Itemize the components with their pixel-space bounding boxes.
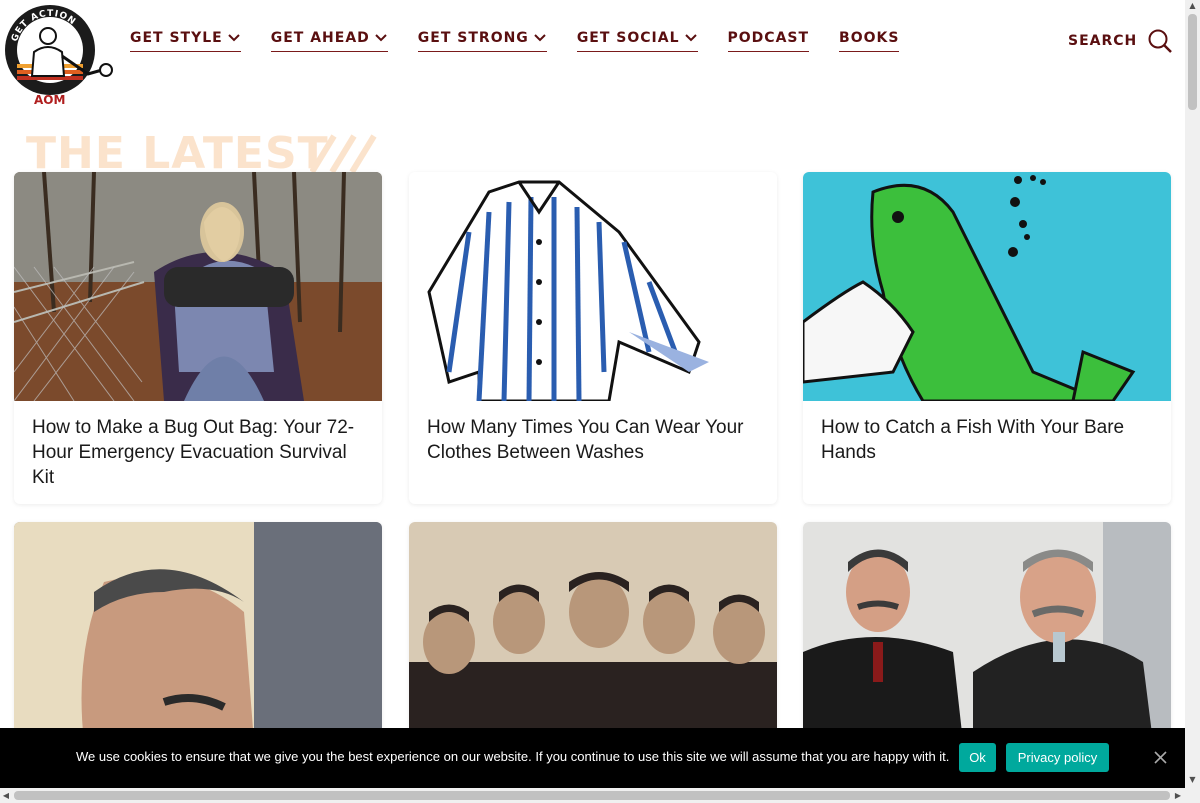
close-icon[interactable] xyxy=(1153,750,1168,765)
nav-label: GET STYLE xyxy=(130,30,223,46)
article-image[interactable] xyxy=(409,172,777,401)
nav-label: BOOKS xyxy=(839,30,900,46)
main-nav: GET STYLE GET AHEAD GET STRONG GET SOCIA… xyxy=(130,30,900,52)
search-label: SEARCH xyxy=(1068,33,1138,49)
nav-label: GET STRONG xyxy=(417,30,529,46)
search-icon xyxy=(1148,29,1173,53)
horizontal-scroll-thumb[interactable] xyxy=(14,791,1170,800)
vertical-scroll-thumb[interactable] xyxy=(1188,14,1197,110)
article-card[interactable] xyxy=(803,522,1171,742)
article-card[interactable]: How Many Times You Can Wear Your Clothes… xyxy=(409,172,777,504)
nav-label: GET SOCIAL xyxy=(576,30,680,46)
chevron-down-icon xyxy=(228,34,240,42)
article-image[interactable] xyxy=(14,522,382,742)
chevron-down-icon xyxy=(375,34,387,42)
slashes-decoration-icon xyxy=(310,134,377,174)
cookie-banner: We use cookies to ensure that we give yo… xyxy=(0,728,1185,788)
article-card[interactable]: How to Make a Bug Out Bag: Your 72-Hour … xyxy=(14,172,382,504)
site-header: GET ACTION AOM GET STYLE GET AHEAD GET S… xyxy=(0,0,1185,110)
article-card[interactable] xyxy=(409,522,777,742)
nav-get-style[interactable]: GET STYLE xyxy=(130,30,241,52)
article-title[interactable]: How to Make a Bug Out Bag: Your 72-Hour … xyxy=(14,401,382,502)
article-card[interactable]: How to Catch a Fish With Your Bare Hands xyxy=(803,172,1171,504)
nav-books[interactable]: BOOKS xyxy=(839,30,900,52)
scroll-down-arrow-icon[interactable]: ▼ xyxy=(1185,774,1200,786)
scroll-left-arrow-icon[interactable]: ◀ xyxy=(0,788,12,803)
article-image[interactable] xyxy=(803,172,1171,401)
nav-podcast[interactable]: PODCAST xyxy=(727,30,810,52)
article-image[interactable] xyxy=(14,172,382,401)
article-title[interactable]: How Many Times You Can Wear Your Clothes… xyxy=(409,401,777,477)
nav-get-strong[interactable]: GET STRONG xyxy=(417,30,547,52)
article-image[interactable] xyxy=(803,522,1171,742)
vertical-scrollbar[interactable]: ▲ ▼ xyxy=(1185,0,1200,788)
article-card[interactable] xyxy=(14,522,382,742)
chevron-down-icon xyxy=(684,34,697,42)
horizontal-scrollbar[interactable]: ◀ ▶ xyxy=(0,788,1200,803)
nav-label: PODCAST xyxy=(727,30,810,46)
nav-get-ahead[interactable]: GET AHEAD xyxy=(270,30,388,52)
logo-brand-text: AOM xyxy=(34,93,65,107)
cookie-ok-button[interactable]: Ok xyxy=(959,743,996,772)
nav-get-social[interactable]: GET SOCIAL xyxy=(576,30,698,52)
privacy-policy-button[interactable]: Privacy policy xyxy=(1006,743,1109,772)
article-title[interactable]: How to Catch a Fish With Your Bare Hands xyxy=(803,401,1171,477)
nav-label: GET AHEAD xyxy=(270,30,370,46)
scroll-right-arrow-icon[interactable]: ▶ xyxy=(1172,788,1184,803)
site-logo[interactable]: GET ACTION AOM xyxy=(4,4,116,108)
cookie-message: We use cookies to ensure that we give yo… xyxy=(76,749,950,764)
article-image[interactable] xyxy=(409,522,777,742)
search-button[interactable]: SEARCH xyxy=(1068,28,1173,54)
scroll-up-arrow-icon[interactable]: ▲ xyxy=(1185,0,1200,12)
chevron-down-icon xyxy=(534,34,546,42)
